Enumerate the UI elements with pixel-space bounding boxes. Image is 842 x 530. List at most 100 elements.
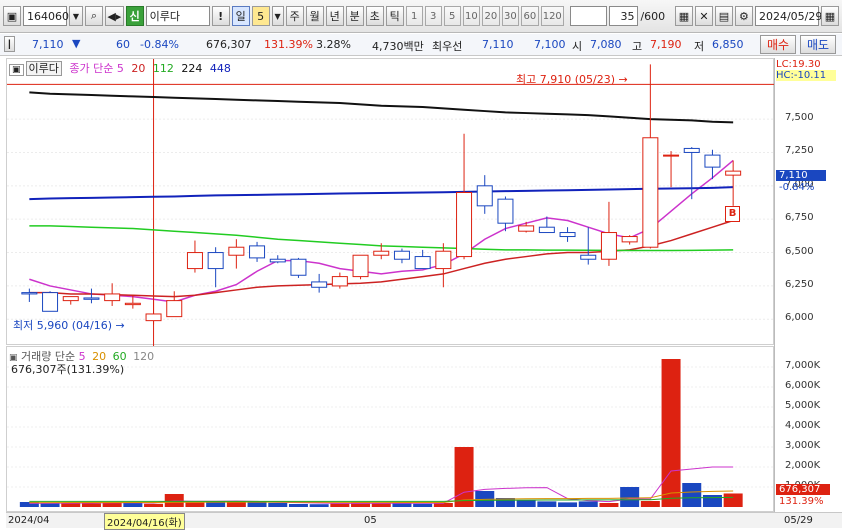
quote-change: 60 (116, 38, 130, 51)
period-second-button[interactable]: 초 (365, 6, 384, 26)
interval-custom-input[interactable] (569, 6, 607, 26)
current-pct-tag: -0.84% (779, 182, 815, 193)
low-annotation-text: 최저 5,960 (04/16) (13, 319, 113, 332)
period-tick-button[interactable]: 틱 (385, 6, 404, 26)
hc-label: HC:-10.11 (776, 70, 836, 81)
interval-20[interactable]: 20 (482, 6, 500, 26)
sell-button[interactable]: 매도 (800, 35, 836, 54)
quote-toggle-icon[interactable]: ┃ (4, 36, 15, 52)
stock-code-input[interactable]: 164060 (23, 6, 69, 26)
period-year-button[interactable]: 년 (325, 6, 344, 26)
current-vol-pct-tag: 131.39% (779, 496, 824, 507)
price-chart-panel[interactable]: ▣ 이루다 종가 단순 5 20 112 224 448 최고 7,910 (05… (6, 58, 775, 346)
candle-body (249, 245, 266, 259)
legend-ma112: 112 (152, 62, 174, 75)
ma-line-224 (29, 186, 734, 201)
date-input[interactable]: 2024/05/29 (754, 6, 822, 26)
quote-hoga-label: 최우선 (432, 40, 463, 53)
buy-signal-marker[interactable]: B (725, 206, 740, 222)
volume-bar (578, 501, 598, 507)
candle-body (124, 302, 141, 306)
volume-bar (144, 503, 164, 507)
price-tick-label: 7,500 (785, 112, 814, 124)
candle-body (476, 185, 493, 207)
quote-change-pct: -0.84% (140, 38, 179, 51)
quote-down-arrow: ▼ (72, 37, 81, 50)
calendar-icon[interactable]: ▦ (820, 6, 839, 26)
volume-bar (268, 502, 288, 507)
interval-1[interactable]: 1 (405, 6, 423, 26)
legend-ma448: 448 (209, 62, 231, 75)
candle-body (414, 256, 431, 270)
candle-body (228, 246, 245, 256)
price-tick-label: 6,750 (785, 212, 814, 224)
candle-body (166, 300, 183, 318)
legend-toggle-icon[interactable]: ▣ (9, 64, 24, 76)
search-icon[interactable]: ⌕ (85, 6, 103, 26)
save-icon[interactable]: ▤ (714, 6, 733, 26)
candle-body (642, 137, 659, 248)
legend-close-label: 종가 단순 (69, 62, 114, 75)
gear-icon[interactable]: ⚙ (734, 6, 753, 26)
buy-button[interactable]: 매수 (760, 35, 796, 54)
candle-body (497, 198, 514, 224)
candle-body (725, 170, 742, 176)
candle-body (435, 250, 452, 270)
candle-body (62, 296, 79, 302)
warning-icon[interactable]: ! (211, 6, 230, 26)
volume-bar (81, 503, 101, 507)
code-dropdown-icon[interactable]: ▼ (69, 6, 83, 26)
candle-body (311, 281, 328, 288)
volume-bar (702, 495, 722, 507)
page-count-input[interactable]: 35 (608, 6, 639, 26)
right-arrow-icon: → (615, 73, 628, 86)
price-chart[interactable] (7, 59, 775, 346)
volume-bar (102, 502, 122, 507)
volume-bar (723, 493, 743, 507)
candle-body (207, 252, 224, 270)
quote-best-ask: 7,110 (482, 38, 514, 51)
quote-vol-ratio: 131.39% (264, 38, 313, 51)
volume-bar (682, 483, 702, 507)
period-day-button[interactable]: 일 (231, 6, 250, 26)
volume-bar (309, 504, 329, 507)
right-axis: LC:19.30 HC:-10.11 6,000 6,250 6,500 6,750 7… (774, 58, 842, 512)
ma-line-5 (29, 159, 734, 303)
volume-tick-label: 6,000K (785, 380, 821, 391)
toolbar: ▣ 164060 ▼ ⌕ ◀▸ 신 이루다 ! 일 5 ▼ 주 월 년 분 초 … (0, 0, 842, 33)
period-week-button[interactable]: 주 (285, 6, 304, 26)
stock-name-field[interactable]: 이루다 (145, 6, 210, 26)
crosshair-icon[interactable]: ✕ (694, 6, 713, 26)
high-annotation: 최고 7,910 (05/23) → (516, 71, 628, 87)
candle-body (290, 258, 307, 276)
layout-icon[interactable]: ▣ (3, 6, 21, 26)
volume-bar (288, 504, 308, 507)
candle-body (559, 232, 576, 238)
quote-high: 7,190 (650, 38, 682, 51)
volume-bar (640, 501, 660, 507)
quote-low-label: 저 (694, 40, 705, 53)
candle-body (83, 297, 100, 300)
candle-body (373, 250, 390, 256)
volume-chart-panel[interactable]: ▣ 거래량 단순 5 20 60 120 676,307주(131.39%) (6, 346, 775, 512)
interval-30[interactable]: 30 (501, 6, 520, 26)
interval-5[interactable]: 5 (443, 6, 461, 26)
period-minute-button[interactable]: 분 (345, 6, 364, 26)
speaker-icon[interactable]: ◀▸ (105, 6, 124, 26)
interval-60[interactable]: 60 (521, 6, 539, 26)
period-dropdown-icon[interactable]: ▼ (271, 6, 284, 26)
candle-body (21, 292, 38, 295)
candle-body (145, 313, 162, 322)
period-month-button[interactable]: 월 (305, 6, 324, 26)
volume-bar (558, 502, 578, 507)
legend-stock-name: 이루다 (25, 61, 62, 76)
volume-tick-label: 5,000K (785, 400, 821, 411)
interval-120[interactable]: 120 (540, 6, 564, 26)
grid-icon[interactable]: ▦ (674, 6, 693, 26)
candle-body (393, 250, 410, 260)
ma-line-448 (29, 91, 734, 124)
period-count-button[interactable]: 5 (251, 6, 270, 26)
candle-body (538, 226, 555, 234)
interval-10[interactable]: 10 (462, 6, 481, 26)
interval-3[interactable]: 3 (424, 6, 442, 26)
